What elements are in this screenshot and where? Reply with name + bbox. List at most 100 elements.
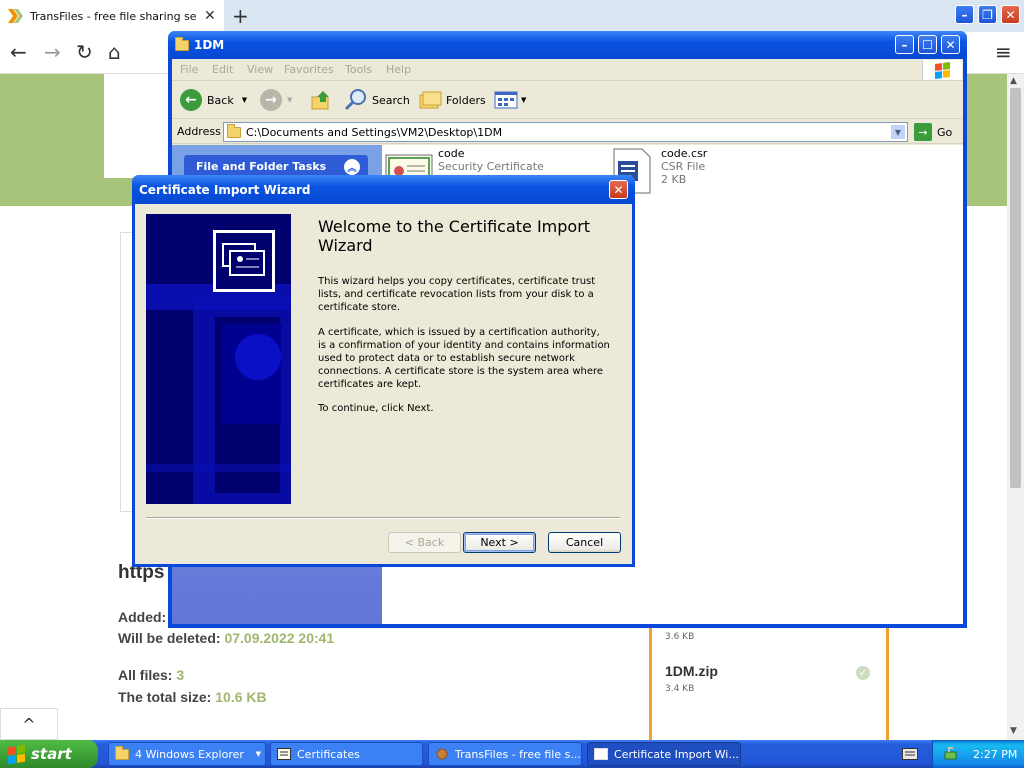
search-icon: [344, 89, 366, 111]
menu-edit[interactable]: Edit: [212, 63, 233, 76]
folders-label: Folders: [446, 93, 486, 107]
home-icon[interactable]: ⌂: [108, 40, 121, 64]
close-explorer-button[interactable]: ✕: [941, 35, 960, 54]
browser-tab-title: TransFiles - free file sharing servic: [30, 9, 196, 23]
dropdown-arrow-icon[interactable]: ▼: [242, 96, 247, 104]
next-button[interactable]: Next >: [463, 532, 536, 553]
wizard-paragraph: A certificate, which is issued by a cert…: [318, 327, 610, 390]
go-label: Go: [937, 125, 953, 139]
cancel-button[interactable]: Cancel: [548, 532, 621, 553]
search-button[interactable]: Search: [344, 87, 410, 113]
new-tab-icon[interactable]: +: [232, 4, 249, 28]
close-wizard-button[interactable]: ✕: [609, 180, 628, 199]
scrollbar-thumb[interactable]: [1010, 88, 1021, 488]
taskbar-item-label: TransFiles - free file s...: [455, 747, 581, 761]
file-type: Security Certificate: [438, 160, 544, 173]
taskbar-item-windows-explorer[interactable]: 4 Windows Explorer ▼: [108, 742, 266, 766]
reload-icon[interactable]: ↻: [76, 40, 93, 64]
taskbar-item-browser[interactable]: TransFiles - free file s...: [428, 742, 582, 766]
menu-tools[interactable]: Tools: [345, 63, 372, 76]
close-tab-icon[interactable]: ✕: [204, 8, 216, 24]
maximize-explorer-button[interactable]: ☐: [918, 35, 937, 54]
browser-scrollbar[interactable]: ▲ ▼: [1007, 74, 1024, 740]
forward-arrow-icon: →: [260, 89, 282, 111]
up-folder-button[interactable]: [310, 87, 332, 113]
taskbar-item-label: 4 Windows Explorer: [135, 747, 244, 761]
all-files-value: 3: [176, 667, 185, 683]
scroll-down-arrow-icon[interactable]: ▼: [1010, 726, 1017, 736]
minimize-browser-button[interactable]: –: [955, 5, 974, 24]
browser-tab-strip: TransFiles - free file sharing servic ✕ …: [0, 0, 1024, 32]
deleted-label: Will be deleted:: [118, 630, 221, 646]
folder-icon: [227, 123, 241, 138]
site-logo-container[interactable]: [104, 74, 274, 250]
check-icon: ✓: [856, 666, 870, 680]
deleted-value: 07.09.2022 20:41: [224, 630, 335, 646]
system-tray: 2:27 PM: [932, 740, 1024, 768]
menu-view[interactable]: View: [247, 63, 273, 76]
taskbar-item-label: Certificates: [297, 747, 360, 761]
search-label: Search: [372, 93, 410, 107]
browser-icon: [436, 748, 448, 760]
folder-icon: [115, 745, 129, 760]
close-browser-button[interactable]: ✕: [1001, 5, 1020, 24]
folder-icon: [175, 37, 189, 51]
views-button[interactable]: ▼: [494, 87, 526, 113]
browser-menu-icon[interactable]: ≡: [995, 40, 1012, 64]
minimize-explorer-button[interactable]: –: [895, 35, 914, 54]
file-list-card: [649, 625, 889, 740]
back-button[interactable]: ← Back ▼: [180, 87, 247, 113]
transfiles-favicon: [8, 9, 23, 23]
explorer-title-bar[interactable]: 1DM – ☐ ✕: [168, 31, 967, 59]
wizard-paragraph: This wizard helps you copy certificates,…: [318, 276, 596, 313]
file-name: code: [438, 147, 465, 160]
scroll-to-top-button[interactable]: ^: [0, 708, 58, 740]
explorer-menubar: File Edit View Favorites Tools Help: [172, 59, 963, 81]
file-folder-tasks-header[interactable]: File and Folder Tasks ︽: [184, 155, 368, 177]
file-size: 3.6 KB: [665, 632, 695, 642]
wizard-title-bar[interactable]: Certificate Import Wizard ✕: [132, 175, 635, 204]
scroll-up-arrow-icon[interactable]: ▲: [1010, 76, 1017, 86]
menu-favorites[interactable]: Favorites: [284, 63, 334, 76]
up-folder-icon: [311, 91, 329, 110]
menu-file[interactable]: File: [180, 63, 198, 76]
back-arrow-icon[interactable]: ←: [10, 40, 27, 64]
file-name[interactable]: 1DM.zip: [665, 663, 718, 679]
all-files-info: All files: 3: [118, 667, 184, 683]
taskbar-item-label: Certificate Import Wi...: [614, 747, 739, 761]
keyboard-icon[interactable]: [902, 748, 918, 760]
go-arrow-icon: →: [914, 123, 932, 141]
back-button[interactable]: < Back: [388, 532, 461, 553]
address-bar: Address C:\Documents and Settings\VM2\De…: [172, 120, 963, 144]
chevron-down-icon[interactable]: ▼: [890, 124, 906, 140]
collapse-chevron-icon[interactable]: ︽: [344, 159, 360, 175]
forward-button[interactable]: → ▼: [260, 87, 292, 113]
safely-remove-hardware-icon[interactable]: [943, 746, 959, 762]
folders-button[interactable]: Folders: [418, 87, 486, 113]
window-icon: [594, 748, 608, 760]
wizard-paragraph: To continue, click Next.: [318, 403, 434, 414]
wizard-heading: Welcome to the Certificate Import Wizard: [318, 217, 591, 255]
clock[interactable]: 2:27 PM: [973, 748, 1017, 761]
go-button[interactable]: → Go: [914, 123, 952, 141]
forward-arrow-icon[interactable]: →: [44, 40, 61, 64]
taskbar: start 4 Windows Explorer ▼ Certificates …: [0, 740, 1024, 768]
wizard-body: Welcome to the Certificate Import Wizard…: [135, 204, 632, 564]
wizard-banner-graphic: [146, 214, 291, 504]
wizard-banner-image: [146, 214, 291, 504]
menu-help[interactable]: Help: [386, 63, 411, 76]
taskbar-item-certificate-import-wizard[interactable]: Certificate Import Wi...: [587, 742, 741, 766]
taskbar-item-certificates[interactable]: Certificates: [270, 742, 423, 766]
windows-logo-icon: [922, 60, 962, 80]
address-value: C:\Documents and Settings\VM2\Desktop\1D…: [246, 125, 503, 139]
address-input[interactable]: C:\Documents and Settings\VM2\Desktop\1D…: [223, 122, 908, 142]
views-icon: [494, 91, 518, 109]
certificates-icon: [277, 748, 291, 760]
start-button[interactable]: start: [0, 740, 98, 768]
browser-tab[interactable]: TransFiles - free file sharing servic ✕: [0, 0, 224, 32]
back-label: Back: [207, 93, 234, 107]
wizard-divider: [146, 517, 620, 519]
back-arrow-icon: ←: [180, 89, 202, 111]
group-arrow-icon: ▼: [255, 750, 261, 758]
restore-browser-button[interactable]: ❐: [978, 5, 997, 24]
